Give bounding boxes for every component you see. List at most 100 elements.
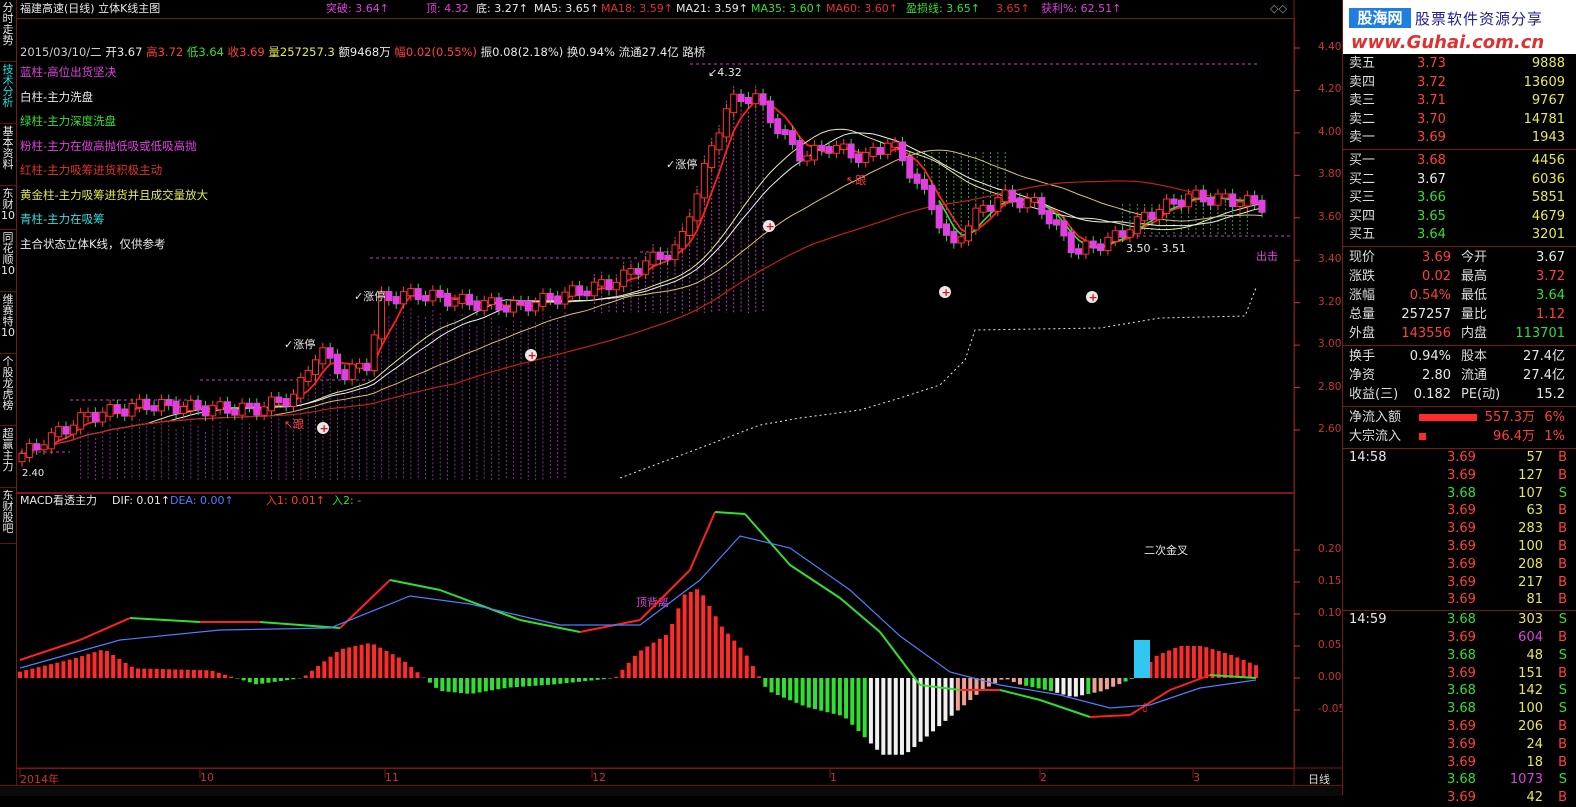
- candle-body: [803, 155, 811, 162]
- dif-line-segment: [579, 619, 641, 633]
- stat-label: 最低: [1461, 288, 1488, 303]
- macd-tick-label: 0.05: [1318, 639, 1342, 651]
- bottom-range-label: 3.50 - 3.51: [1126, 242, 1186, 255]
- candle-body: [297, 377, 305, 399]
- stat-value: 0.182: [1413, 387, 1451, 402]
- ask-row-2[interactable]: 卖四 3.72 13609: [1347, 73, 1571, 92]
- bid-row-5[interactable]: 买五 3.64 3201: [1347, 225, 1571, 244]
- candle-body: [759, 93, 767, 106]
- candle-body: [304, 370, 312, 383]
- order-volume: 4679: [1531, 208, 1565, 224]
- candle-body: [121, 408, 129, 417]
- left-tab-5[interactable]: 同花顺10: [0, 230, 16, 292]
- tick-volume: 208: [1518, 556, 1543, 572]
- dif-line-segment: [439, 589, 521, 621]
- tick-volume: 57: [1526, 450, 1543, 465]
- candle-body: [289, 393, 297, 407]
- kline-chart[interactable]: ↙4.32 3.50 - 3.51 出击 ✓涨停 ✓涨停 ✓涨停 ↖跟 ↖跟 2.40 + + + + +…: [16, 0, 1342, 785]
- tick-price: 3.68: [1447, 701, 1476, 717]
- candle-body: [979, 204, 987, 213]
- left-tab-4[interactable]: 东财10: [0, 186, 16, 230]
- left-tab-8[interactable]: 超赢主力: [0, 426, 16, 488]
- stat-value: 3.69: [1422, 250, 1451, 265]
- flow-pct: 1%: [1544, 429, 1565, 444]
- candles: [18, 88, 1266, 467]
- candle-body: [583, 290, 591, 297]
- candle-body: [906, 156, 914, 179]
- tick-row: 3.69 208 B: [1347, 556, 1571, 574]
- bid-row-4[interactable]: 买四 3.65 4679: [1347, 207, 1571, 226]
- candle-body: [106, 404, 114, 417]
- bid-row-3[interactable]: 买三 3.66 5851: [1347, 188, 1571, 207]
- stat-value: 27.4亿: [1523, 349, 1565, 364]
- macd-in2: 入2: -: [332, 494, 361, 507]
- buy-signal-plus: +: [1089, 291, 1098, 304]
- candle-body: [77, 412, 85, 430]
- candle-body: [400, 291, 408, 305]
- candle-body: [965, 225, 973, 242]
- candle-body: [1251, 195, 1259, 205]
- ask-row-3[interactable]: 卖三 3.71 9767: [1347, 91, 1571, 110]
- price-tick-label: 4.00: [1318, 125, 1342, 138]
- candle-body: [554, 295, 562, 305]
- bid-row-1[interactable]: 买一 3.68 4456: [1347, 151, 1571, 170]
- candle-body: [451, 299, 459, 307]
- candle-body: [143, 398, 151, 411]
- separator: [1343, 406, 1576, 407]
- stat-value: 257257: [1401, 307, 1451, 322]
- candle-body: [275, 396, 283, 404]
- candle-body: [348, 363, 356, 381]
- ask-row-1[interactable]: 卖五 3.73 9888: [1347, 54, 1571, 73]
- left-tab-1[interactable]: 分时走势: [0, 0, 16, 62]
- dif-line-segment: [639, 569, 691, 621]
- stat-value: 27.4亿: [1523, 368, 1565, 383]
- tick-volume: 48: [1526, 647, 1543, 663]
- time-axis-label: 3: [1193, 771, 1200, 784]
- price-tick-label: 2.60: [1318, 423, 1342, 435]
- tick-price: 3.69: [1447, 574, 1476, 590]
- tick-volume: 303: [1518, 612, 1543, 628]
- trailing-stop-line: [619, 287, 1257, 479]
- dif-line-segment: [879, 631, 921, 686]
- candle-body: [935, 205, 943, 229]
- order-price: 3.69: [1417, 130, 1446, 146]
- stat-value: 3.67: [1536, 250, 1565, 265]
- stat-value: 3.72: [1536, 269, 1565, 284]
- candle-body: [722, 108, 730, 138]
- left-tab-7[interactable]: 个股龙虎榜: [0, 354, 16, 426]
- candle-body: [370, 334, 378, 371]
- candle-body: [524, 300, 532, 312]
- price-tick-label: 3.00: [1318, 338, 1342, 351]
- tick-side: B: [1558, 736, 1567, 752]
- fundamental-row-1: 换手 0.94% 股本 27.4亿: [1347, 347, 1571, 366]
- tick-price: 3.69: [1447, 754, 1476, 770]
- candle-body: [781, 129, 789, 136]
- stat-row-4: 总量 257257 量比 1.12: [1347, 305, 1571, 324]
- candle-body: [678, 230, 686, 250]
- left-tab-3[interactable]: 基本资料: [0, 124, 16, 186]
- bid-row-2[interactable]: 买二 3.67 6036: [1347, 170, 1571, 189]
- candle-body: [1023, 197, 1031, 209]
- tick-row: 3.68 48 S: [1347, 647, 1571, 665]
- price-tick-label: 3.20: [1318, 295, 1342, 308]
- candle-body: [854, 153, 862, 163]
- macd-histogram: [18, 589, 1258, 755]
- left-tab-6[interactable]: 维赛特10: [0, 292, 16, 354]
- ask-row-4[interactable]: 卖二 3.70 14781: [1347, 110, 1571, 129]
- tick-price: 3.69: [1447, 556, 1476, 572]
- candle-body: [1243, 195, 1251, 207]
- left-tab-9[interactable]: 东财股吧: [0, 488, 16, 544]
- tick-volume: 18: [1526, 754, 1543, 770]
- indicator-tab-bar[interactable]: [0, 785, 1342, 796]
- tick-side: B: [1558, 665, 1567, 681]
- candle-body: [1016, 197, 1024, 209]
- candle-body: [818, 144, 826, 152]
- tick-volume: 81: [1526, 592, 1543, 608]
- golden-cross-arrow-icon: ⇧: [1140, 701, 1150, 715]
- tick-price: 3.68: [1447, 612, 1476, 628]
- candle-body: [510, 300, 518, 313]
- tick-volume: 42: [1526, 790, 1543, 806]
- candle-body: [546, 292, 554, 301]
- left-tab-2[interactable]: 技术分析: [0, 62, 16, 124]
- ask-row-5[interactable]: 卖一 3.69 1943: [1347, 128, 1571, 147]
